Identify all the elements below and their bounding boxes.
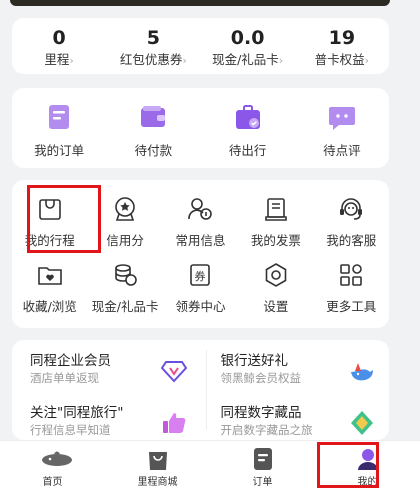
stat-mileage[interactable]: 0 里程› <box>12 18 106 74</box>
tool-cash-giftcard[interactable]: 现金/礼品卡 <box>87 254 162 320</box>
invoice-icon <box>261 194 291 224</box>
promo-card: 同程企业会员 酒店单单返现 银行送好礼 领黑鲸会员权益 关注"同程旅行" 行程信… <box>12 340 389 440</box>
chevron-right-icon: › <box>69 54 74 67</box>
tool-favorites[interactable]: 收藏/浏览 <box>12 254 87 320</box>
stat-label: 普卡权益› <box>314 52 370 67</box>
promo-bank-gift[interactable]: 银行送好礼 领黑鲸会员权益 <box>201 340 390 392</box>
diamond-badge-icon <box>160 358 187 384</box>
svg-text:券: 券 <box>195 269 206 283</box>
shopping-bag-icon <box>145 447 171 471</box>
stat-value: 0 <box>52 27 66 49</box>
whale-home-icon <box>40 447 72 471</box>
thumbs-up-icon <box>161 410 187 436</box>
order-list-icon <box>44 102 74 132</box>
tool-my-invoice[interactable]: 我的发票 <box>238 188 313 254</box>
order-upcoming-trip-button[interactable]: 待出行 <box>201 88 295 168</box>
order-label: 待出行 <box>228 143 267 158</box>
stat-label: 现金/礼品卡› <box>212 52 284 67</box>
suitcase-icon <box>233 102 263 132</box>
order-label: 待付款 <box>134 143 173 158</box>
order-tab-icon <box>250 447 276 471</box>
chevron-right-icon: › <box>278 54 284 67</box>
highlight-my-itinerary <box>27 185 101 253</box>
tab-home[interactable]: 首页 <box>0 441 105 490</box>
orders-card: 我的订单 待付款 待出行 待点评 <box>12 88 389 168</box>
tool-label: 我的发票 <box>250 233 301 248</box>
tool-settings[interactable]: 设置 <box>238 254 313 320</box>
stat-card-benefits[interactable]: 19 普卡权益› <box>295 18 389 74</box>
chat-bubble-icon <box>327 102 357 132</box>
credit-badge-icon <box>110 194 140 224</box>
order-pending-payment-button[interactable]: 待付款 <box>106 88 200 168</box>
tool-more-tools[interactable]: 更多工具 <box>314 254 389 320</box>
contact-info-icon <box>185 194 215 224</box>
tool-label: 现金/礼品卡 <box>91 299 159 314</box>
favorite-folder-icon <box>35 260 65 290</box>
order-label: 我的订单 <box>34 143 85 158</box>
tab-label: 订单 <box>252 477 273 488</box>
promo-digital-collectibles[interactable]: 同程数字藏品 开启数字藏品之旅 <box>201 392 390 444</box>
tool-coupon-center[interactable]: 券 领券中心 <box>163 254 238 320</box>
coupon-icon: 券 <box>185 260 215 290</box>
promo-follow-tongcheng[interactable]: 关注"同程旅行" 行程信息早知道 <box>12 392 201 444</box>
promo-enterprise-member[interactable]: 同程企业会员 酒店单单返现 <box>12 340 201 392</box>
order-pending-review-button[interactable]: 待点评 <box>295 88 389 168</box>
stats-card: 0 里程› 5 红包优惠券› 0.0 现金/礼品卡› 19 普卡权益› <box>12 18 389 74</box>
chevron-right-icon: › <box>364 54 370 67</box>
tool-label: 收藏/浏览 <box>22 299 77 314</box>
tool-label: 领券中心 <box>175 299 226 314</box>
header-strip <box>10 0 390 6</box>
tool-label: 常用信息 <box>175 233 226 248</box>
order-all-button[interactable]: 我的订单 <box>12 88 106 168</box>
tool-customer-service[interactable]: 我的客服 <box>314 188 389 254</box>
tab-label: 里程商城 <box>137 477 178 488</box>
stat-label: 里程› <box>44 52 74 67</box>
stat-cash-giftcard[interactable]: 0.0 现金/礼品卡› <box>201 18 295 74</box>
tool-label: 信用分 <box>106 233 144 248</box>
tool-label: 设置 <box>263 299 289 314</box>
tab-mileage-mall[interactable]: 里程商城 <box>105 441 210 490</box>
grid-icon <box>336 260 366 290</box>
headset-icon <box>336 194 366 224</box>
highlight-tab-mine <box>317 442 379 488</box>
tool-label: 我的客服 <box>326 233 377 248</box>
promo-divider <box>206 350 207 430</box>
whale-icon <box>349 358 375 384</box>
tool-contact-info[interactable]: 常用信息 <box>163 188 238 254</box>
chevron-right-icon: › <box>182 54 187 67</box>
stat-value: 5 <box>146 27 160 49</box>
tool-label: 更多工具 <box>326 299 377 314</box>
settings-hex-icon <box>261 260 291 290</box>
tab-label: 首页 <box>42 477 63 488</box>
stat-label: 红包优惠券› <box>119 52 187 67</box>
stat-value: 0.0 <box>230 27 265 49</box>
digital-collectible-icon <box>349 410 375 436</box>
wallet-icon <box>138 102 168 132</box>
order-label: 待点评 <box>323 143 361 158</box>
tab-orders[interactable]: 订单 <box>210 441 315 490</box>
stat-value: 19 <box>328 27 356 49</box>
stat-coupons[interactable]: 5 红包优惠券› <box>106 18 200 74</box>
coins-icon <box>110 260 140 290</box>
